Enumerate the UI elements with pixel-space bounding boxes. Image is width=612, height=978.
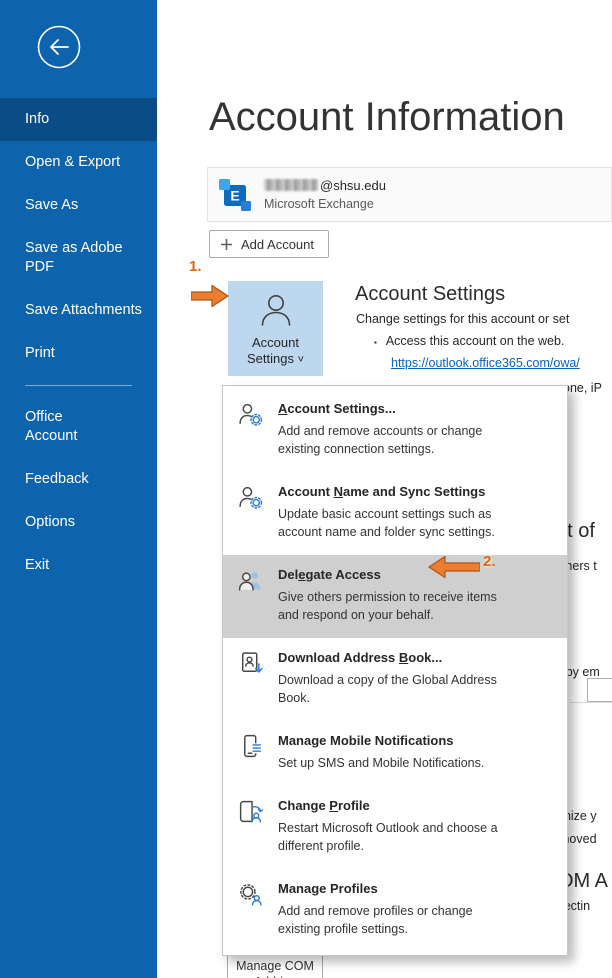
section-body: Change settings for this account or set [356, 312, 612, 326]
add-account-button[interactable]: Add Account [209, 230, 329, 258]
menu-item-text: Delegate Access Give others permission t… [278, 567, 553, 624]
gear-person-icon [237, 881, 264, 908]
chevron-down-icon: ˅ [298, 354, 304, 366]
menu-item-text: Manage Mobile Notifications Set up SMS a… [278, 733, 553, 772]
sidebar-item-print[interactable]: Print [0, 332, 157, 375]
two-people-icon [237, 567, 264, 594]
person-gear-icon [237, 401, 264, 428]
back-button[interactable] [36, 24, 82, 70]
annotation-arrow-left-icon [428, 553, 480, 581]
menu-item-manage-mobile-notifications[interactable]: Manage Mobile Notifications Set up SMS a… [223, 721, 567, 786]
sidebar-item-save-attachments[interactable]: Save Attachments [0, 289, 157, 332]
sidebar-item-office-account[interactable]: Office Account [0, 396, 157, 458]
menu-item-delegate-access[interactable]: Delegate Access Give others permission t… [223, 555, 567, 638]
sidebar-divider [25, 385, 132, 386]
annotation-step-1: 1. [189, 258, 202, 275]
sidebar-item-info[interactable]: Info [0, 98, 157, 141]
menu-item-text: Download Address Book... Download a copy… [278, 650, 553, 707]
menu-item-text: Manage Profiles Add and remove profiles … [278, 881, 553, 938]
menu-item-account-name-sync[interactable]: Account Name and Sync Settings Update ba… [223, 472, 567, 555]
plus-icon [220, 238, 233, 251]
bg-fragment-button-edge [587, 678, 612, 702]
bg-fragment-mobile-line: one, iP [563, 381, 602, 395]
owa-link[interactable]: https://outlook.office365.com/owa/ [391, 356, 612, 370]
outlook-backstage: Info Open & Export Save As Save as Adobe… [0, 0, 612, 978]
menu-item-text: Account Name and Sync Settings Update ba… [278, 484, 553, 541]
annotation-step-2: 2. [483, 553, 496, 570]
sidebar-item-options[interactable]: Options [0, 501, 157, 544]
back-arrow-icon [36, 24, 82, 70]
menu-item-text: Change Profile Restart Microsoft Outlook… [278, 798, 553, 855]
menu-item-download-address-book[interactable]: Download Address Book... Download a copy… [223, 638, 567, 721]
account-card: E @shsu.edu Microsoft Exchange [207, 167, 612, 222]
annotation-arrow-right-icon [191, 282, 229, 310]
address-book-download-icon [237, 650, 264, 677]
menu-item-account-settings[interactable]: Account Settings... Add and remove accou… [223, 389, 567, 472]
account-provider: Microsoft Exchange [264, 197, 386, 211]
person-icon [255, 290, 297, 332]
phone-notifications-icon [237, 733, 264, 760]
page-title: Account Information [209, 95, 612, 140]
bullet-item-web-access: ▪ Access this account on the web. [374, 334, 612, 348]
bg-fragment-divider [570, 702, 612, 703]
change-profile-icon [237, 798, 264, 825]
backstage-nav: Info Open & Export Save As Save as Adobe… [0, 98, 157, 587]
menu-item-change-profile[interactable]: Change Profile Restart Microsoft Outlook… [223, 786, 567, 869]
account-email: @shsu.edu [264, 178, 386, 193]
account-settings-button[interactable]: Account Settings ˅ [228, 281, 323, 376]
bullet-icon: ▪ [374, 338, 377, 347]
sidebar-item-open-export[interactable]: Open & Export [0, 141, 157, 184]
account-settings-button-label: Account Settings ˅ [247, 335, 304, 368]
sidebar: Info Open & Export Save As Save as Adobe… [0, 0, 157, 978]
account-card-text: @shsu.edu Microsoft Exchange [264, 178, 386, 211]
menu-item-manage-profiles[interactable]: Manage Profiles Add and remove profiles … [223, 869, 567, 952]
account-settings-menu: Account Settings... Add and remove accou… [222, 385, 568, 956]
sidebar-item-save-as[interactable]: Save As [0, 184, 157, 227]
redacted-email-blur [264, 179, 318, 191]
sync-settings-icon [237, 484, 264, 511]
section-heading: Account Settings [355, 283, 505, 306]
svg-text:E: E [230, 187, 239, 203]
sidebar-item-save-as-adobe-pdf[interactable]: Save as Adobe PDF [0, 227, 157, 289]
menu-item-text: Account Settings... Add and remove accou… [278, 401, 553, 458]
exchange-icon: E [217, 177, 253, 213]
sidebar-item-exit[interactable]: Exit [0, 544, 157, 587]
sidebar-item-feedback[interactable]: Feedback [0, 458, 157, 501]
